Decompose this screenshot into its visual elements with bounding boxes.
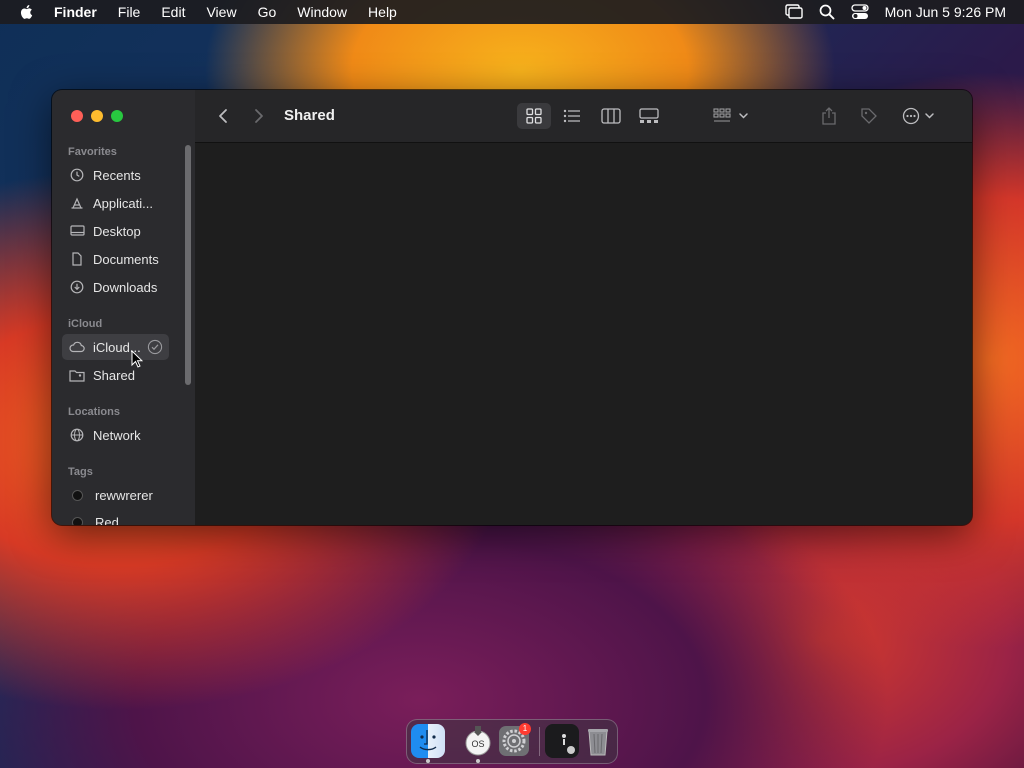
download-icon bbox=[69, 279, 85, 295]
sidebar-item-applications[interactable]: Applicati... bbox=[62, 190, 169, 216]
back-icon[interactable] bbox=[217, 90, 229, 142]
desktop-icon bbox=[69, 223, 85, 239]
menu-window[interactable]: Window bbox=[297, 4, 347, 20]
sidebar-item-label: Red bbox=[95, 514, 119, 526]
svg-text:OS: OS bbox=[471, 739, 484, 749]
sidebar-item-documents[interactable]: Documents bbox=[62, 246, 169, 272]
share-icon[interactable] bbox=[821, 90, 837, 142]
sidebar-scrollbar[interactable] bbox=[185, 145, 191, 385]
menu-help[interactable]: Help bbox=[368, 4, 397, 20]
sidebar-item-icloud-drive[interactable]: iCloud... bbox=[62, 334, 169, 360]
sidebar-tag-rewwrerer[interactable]: rewwrerer bbox=[62, 482, 169, 508]
apple-icon[interactable] bbox=[18, 3, 36, 21]
tag-color-dot bbox=[72, 516, 83, 525]
dock-separator bbox=[539, 727, 540, 756]
sidebar-item-desktop[interactable]: Desktop bbox=[62, 218, 169, 244]
finder-window: Favorites Recents Applicati... Desktop D… bbox=[52, 90, 972, 525]
tag-icon[interactable] bbox=[860, 90, 878, 142]
sidebar-item-label: Downloads bbox=[93, 279, 158, 295]
notification-badge: 1 bbox=[519, 723, 531, 735]
macos-installer-icon[interactable]: OS bbox=[461, 724, 495, 758]
sidebar-section-locations: Locations bbox=[68, 406, 120, 418]
sidebar-tag-red[interactable]: Red bbox=[62, 509, 169, 525]
spotlight-search-icon[interactable] bbox=[819, 4, 835, 20]
column-view-icon[interactable] bbox=[601, 90, 621, 142]
menu-bar-clock[interactable]: Mon Jun 5 9:26 PM bbox=[885, 4, 1006, 20]
window-controls bbox=[71, 110, 123, 122]
dock: OS 1 bbox=[406, 719, 618, 764]
sidebar-section-favorites: Favorites bbox=[68, 146, 117, 158]
sidebar-item-label: rewwrerer bbox=[95, 487, 153, 503]
running-indicator bbox=[476, 759, 480, 763]
sidebar-item-network[interactable]: Network bbox=[62, 422, 169, 448]
menu-file[interactable]: File bbox=[118, 4, 141, 20]
sidebar-item-downloads[interactable]: Downloads bbox=[62, 274, 169, 300]
system-settings-icon[interactable]: 1 bbox=[497, 723, 531, 758]
sidebar-item-label: Recents bbox=[93, 167, 141, 183]
running-indicator bbox=[426, 759, 430, 763]
sidebar-item-label: Network bbox=[93, 427, 141, 443]
main-content: Shared bbox=[195, 90, 972, 525]
group-icon[interactable] bbox=[713, 90, 751, 142]
control-center-icon[interactable] bbox=[850, 4, 869, 20]
close-button[interactable] bbox=[71, 110, 83, 122]
shared-folder-icon bbox=[69, 367, 85, 383]
minimize-button[interactable] bbox=[91, 110, 103, 122]
cloud-icon bbox=[69, 339, 85, 355]
list-view-icon[interactable] bbox=[563, 90, 581, 142]
screen-mirroring-icon[interactable] bbox=[784, 4, 803, 20]
gallery-view-icon[interactable] bbox=[639, 90, 659, 142]
window-title: Shared bbox=[284, 107, 335, 124]
menu-bar-extras: Mon Jun 5 9:26 PM bbox=[784, 0, 1024, 24]
more-actions-icon[interactable] bbox=[902, 90, 936, 142]
mouse-pointer-icon bbox=[131, 350, 143, 368]
zoom-button[interactable] bbox=[111, 110, 123, 122]
sidebar-item-label: Documents bbox=[93, 251, 159, 267]
sync-status-icon bbox=[147, 339, 163, 358]
clock-icon bbox=[69, 167, 85, 183]
terminal-icon[interactable] bbox=[545, 724, 579, 758]
sidebar-item-label: Shared bbox=[93, 367, 135, 383]
sidebar: Favorites Recents Applicati... Desktop D… bbox=[52, 90, 196, 525]
document-icon bbox=[69, 251, 85, 267]
file-area[interactable] bbox=[195, 143, 972, 525]
icon-view-icon[interactable] bbox=[526, 90, 542, 142]
menu-bar: Finder File Edit View Go Window Help Mon… bbox=[0, 0, 1024, 24]
sidebar-section-icloud: iCloud bbox=[68, 318, 103, 330]
sidebar-item-label: Applicati... bbox=[93, 195, 153, 211]
tag-color-dot bbox=[72, 489, 83, 501]
forward-icon[interactable] bbox=[253, 90, 265, 142]
trash-icon[interactable] bbox=[581, 724, 615, 758]
sidebar-section-tags: Tags bbox=[68, 466, 93, 478]
sidebar-item-recents[interactable]: Recents bbox=[62, 162, 169, 188]
globe-icon bbox=[69, 427, 85, 443]
toolbar: Shared bbox=[195, 90, 972, 143]
sidebar-item-label: Desktop bbox=[93, 223, 141, 239]
menu-edit[interactable]: Edit bbox=[161, 4, 185, 20]
menu-view[interactable]: View bbox=[206, 4, 236, 20]
menu-go[interactable]: Go bbox=[258, 4, 277, 20]
finder-icon[interactable] bbox=[411, 724, 445, 758]
menu-app-finder[interactable]: Finder bbox=[54, 4, 97, 20]
sidebar-item-shared[interactable]: Shared bbox=[62, 362, 169, 388]
applications-icon bbox=[69, 195, 85, 211]
